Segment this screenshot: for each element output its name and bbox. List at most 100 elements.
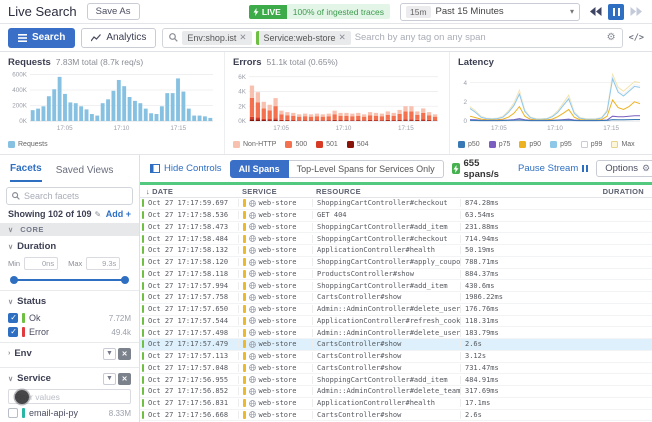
latency-chart-title: Latency [458,57,494,68]
trace-row[interactable]: Oct 27 17:17:57.048web-storeCartsControl… [140,363,652,375]
trace-service: web-store [238,305,312,313]
duration-min-input[interactable]: 0ns [24,257,58,270]
slider-knob-max[interactable] [121,276,129,284]
facet-value-row[interactable]: email-api-py8.33M [0,406,139,420]
trace-resource: ApplicationController#health [312,399,460,407]
column-duration[interactable]: DURATION [460,187,652,196]
legend-item[interactable]: p99 [581,141,603,148]
legend-item[interactable]: Requests [8,141,48,148]
search-button[interactable]: Search [8,28,75,48]
trace-row[interactable]: Oct 27 17:17:58.473web-storeShoppingCart… [140,222,652,234]
filter-icon[interactable]: ▼ [103,348,116,360]
analytics-button[interactable]: Analytics [81,28,156,48]
facet-value-label: Error [29,327,107,337]
trace-row[interactable]: Oct 27 17:17:58.484web-storeShoppingCart… [140,233,652,245]
trace-row[interactable]: Oct 27 17:17:58.120web-storeShoppingCart… [140,257,652,269]
tab-facets[interactable]: Facets [10,163,42,182]
trace-row[interactable]: Oct 27 17:17:59.697web-storeShoppingCart… [140,198,652,210]
facet-checkbox[interactable] [8,408,18,418]
remove-chip-icon[interactable]: ✕ [339,32,346,43]
trace-row[interactable]: Oct 27 17:17:57.498web-storeAdmin::Admin… [140,327,652,339]
time-range-select[interactable]: 15m Past 15 Minutes ▾ [400,3,580,21]
svg-text:0: 0 [463,118,467,125]
hide-controls-button[interactable]: Hide Controls [150,163,222,174]
globe-icon [249,400,256,407]
trace-row[interactable]: Oct 27 17:17:56.852web-storeAdmin::Admin… [140,386,652,398]
pause-button[interactable] [608,4,624,20]
trace-row[interactable]: Oct 27 17:17:57.758web-storeCartsControl… [140,292,652,304]
span-search-input[interactable]: Env:shop.ist✕Service:web-store✕ Search b… [162,28,622,48]
legend-item[interactable]: p75 [489,141,511,148]
trace-row[interactable]: Oct 27 17:17:57.650web-storeAdmin::Admin… [140,304,652,316]
options-button[interactable]: Options ⚙ [596,160,652,177]
facet-env-header[interactable]: › Env ▼ ✕ [8,346,131,361]
latency-chart[interactable]: 02417:0517:1017:15 [458,70,642,132]
trace-row[interactable]: Oct 27 17:17:58.536web-storeGET 40463.54… [140,210,652,222]
service-color-bar [243,399,246,407]
trace-service: web-store [238,411,312,419]
edit-icon[interactable]: ✎ [95,210,102,219]
skip-forward-button[interactable] [628,4,644,20]
tab-saved-views[interactable]: Saved Views [56,165,114,182]
legend-item[interactable]: p95 [550,141,572,148]
filter-icon[interactable]: ▼ [103,373,116,385]
trace-row[interactable]: Oct 27 17:17:56.668web-storeCartsControl… [140,410,652,422]
facet-checkbox[interactable] [8,313,18,323]
column-service[interactable]: SERVICE [238,187,312,196]
facet-duration-header[interactable]: ∨ Duration [8,239,131,254]
facet-status-header[interactable]: ∨ Status [8,294,131,309]
facet-checkbox[interactable] [8,327,18,337]
trace-resource: ShoppingCartController#add_item [312,223,460,231]
clear-filter-icon[interactable]: ✕ [118,348,131,360]
duration-max-input[interactable]: 9.3s [86,257,120,270]
facet-value-row[interactable]: Ok7.72M [0,311,139,325]
status-ok-bar [142,199,145,207]
facet-search-input[interactable]: Search facets [6,187,133,205]
trace-row[interactable]: Oct 27 17:17:57.113web-storeCartsControl… [140,351,652,363]
clear-filter-icon[interactable]: ✕ [118,373,131,385]
filter-chip[interactable]: Env:shop.ist✕ [182,31,251,45]
trace-row[interactable]: Oct 27 17:17:57.994web-storeShoppingCart… [140,280,652,292]
service-name: web-store [259,211,297,219]
slider-knob-min[interactable] [10,276,18,284]
legend-item[interactable]: p90 [519,141,541,148]
skip-back-button[interactable] [588,4,604,20]
top-level-spans-option[interactable]: Top-Level Spans for Services Only [289,160,444,178]
requests-chart[interactable]: 0K200K400K600K17:0517:1017:15 [8,70,215,132]
service-color-bar [243,282,246,290]
legend-item[interactable]: 504 [347,141,369,148]
facet-value-row[interactable]: Error49.4k [0,325,139,339]
trace-date: Oct 27 17:17:57.113 [146,352,238,360]
column-date[interactable]: ↓DATE [140,187,238,196]
skip-forward-icon [630,7,642,16]
trace-row[interactable]: Oct 27 17:17:58.132web-storeApplicationC… [140,245,652,257]
filter-chip[interactable]: Service:web-store✕ [256,31,351,45]
save-as-button[interactable]: Save As [87,3,140,20]
facet-service-header[interactable]: ∨ Service ▼ ✕ [8,371,131,386]
facet-group-core[interactable]: ∨ CORE [0,223,139,236]
gear-icon[interactable]: ⚙ [607,32,616,43]
trace-row[interactable]: Oct 27 17:17:58.118web-storeProductsCont… [140,269,652,281]
pause-stream-button[interactable]: Pause Stream [518,163,588,174]
legend-item[interactable]: Max [611,141,634,148]
errors-chart[interactable]: 0K2K4K6K17:0517:1017:15 [233,70,440,132]
legend-item[interactable]: Non-HTTP [233,141,276,148]
remove-chip-icon[interactable]: ✕ [239,32,246,43]
legend-item[interactable]: p50 [458,141,480,148]
legend-item[interactable]: 501 [316,141,338,148]
duration-slider[interactable] [10,273,129,287]
trace-row[interactable]: Oct 27 17:17:57.544web-storeApplicationC… [140,316,652,328]
service-filter-input[interactable]: Filter values [8,389,131,404]
all-spans-option[interactable]: All Spans [230,160,289,178]
trace-row[interactable]: Oct 27 17:17:56.955web-storeShoppingCart… [140,374,652,386]
trace-date: Oct 27 17:17:57.650 [146,305,238,313]
status-ok-bar [142,317,145,325]
trace-row[interactable]: Oct 27 17:17:56.831web-storeApplicationC… [140,398,652,410]
globe-icon [249,282,256,289]
trace-row[interactable]: Oct 27 17:17:57.479web-storeCartsControl… [140,339,652,351]
legend-item[interactable]: 500 [285,141,307,148]
column-resource[interactable]: RESOURCE [312,187,460,196]
trace-duration: 484.91ms [460,376,652,384]
code-view-icon[interactable]: </> [629,33,644,43]
add-facet-link[interactable]: Add + [106,209,131,219]
